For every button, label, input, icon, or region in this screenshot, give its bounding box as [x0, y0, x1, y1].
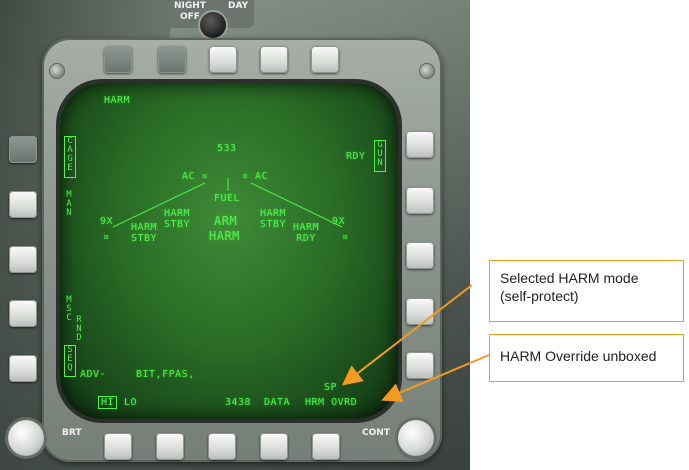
pushbutton-bottom-2[interactable] — [156, 433, 184, 460]
arm-label: ARM — [214, 214, 238, 228]
lo-option[interactable]: LO — [124, 397, 137, 408]
msc-option[interactable]: M S C — [64, 296, 74, 323]
pushbutton-top-4[interactable] — [260, 46, 288, 73]
brightness-knob[interactable] — [8, 420, 44, 456]
mode-selector-knob[interactable] — [200, 12, 226, 38]
pushbutton-top-2[interactable] — [158, 46, 186, 73]
pushbutton-left-5[interactable] — [9, 355, 37, 382]
hrm-ovrd-option[interactable]: HRM OVRD — [305, 397, 357, 408]
pushbutton-right-2[interactable] — [406, 187, 434, 214]
station-marker-left: ¤ — [103, 232, 110, 243]
harm-stby-right-upper: HARM STBY — [260, 208, 287, 230]
day-label: DAY — [228, 1, 249, 11]
pushbutton-bottom-5[interactable] — [312, 433, 340, 460]
pushbutton-right-5[interactable] — [406, 352, 434, 379]
pushbutton-top-5[interactable] — [311, 46, 339, 73]
man-option[interactable]: M A N — [64, 191, 74, 218]
pushbutton-right-3[interactable] — [406, 242, 434, 269]
range-value: 533 — [217, 143, 237, 154]
station-ac-right: ¤ AC — [242, 171, 269, 182]
fuel-label: FUEL — [214, 193, 241, 204]
data-option[interactable]: DATA — [264, 397, 290, 408]
pushbutton-right-1[interactable] — [406, 131, 434, 158]
harm-rdy-right-lower: HARM RDY — [293, 222, 320, 244]
annotation-harm-mode: Selected HARM mode (self-protect) — [489, 260, 684, 322]
station-9x-right: 9X — [332, 216, 346, 227]
cockpit-background: NIGHT DAY OFF BRT CONT HARM 533 RDY C A … — [0, 0, 470, 470]
adv-label: ADV- — [80, 369, 107, 380]
stores-diagram-lines — [112, 178, 343, 228]
pushbutton-left-3[interactable] — [9, 246, 37, 273]
pushbutton-bottom-3[interactable] — [208, 433, 236, 460]
pushbutton-left-4[interactable] — [9, 300, 37, 327]
pushbutton-right-4[interactable] — [406, 298, 434, 325]
pushbutton-bottom-1[interactable] — [104, 433, 132, 460]
pushbutton-left-2[interactable] — [9, 191, 37, 218]
pushbutton-left-1[interactable] — [9, 136, 37, 163]
harm-page-title: HARM — [104, 95, 131, 106]
station-ac-left: AC ¤ — [182, 171, 209, 182]
harm-stby-left-upper: HARM STBY — [164, 208, 191, 230]
bezel-screw — [50, 64, 64, 78]
bottom-value: 3438 — [225, 397, 252, 408]
cont-label: CONT — [362, 428, 390, 438]
gun-option-box[interactable]: G U N — [374, 140, 386, 172]
pushbutton-top-3[interactable] — [209, 46, 237, 73]
off-label: OFF — [180, 12, 200, 22]
night-label: NIGHT — [174, 1, 206, 11]
ddi-display: HARM 533 RDY C A G E M A N M S C R N D S… — [60, 83, 398, 419]
station-marker-right: ¤ — [342, 232, 349, 243]
pushbutton-top-1[interactable] — [104, 46, 132, 73]
pushbutton-bottom-4[interactable] — [260, 433, 288, 460]
rnd-option[interactable]: R N D — [74, 316, 84, 343]
station-9x-left: 9X — [100, 216, 114, 227]
contrast-knob[interactable] — [398, 420, 434, 456]
harm-mode-sp: SP — [324, 382, 338, 393]
hi-option-boxed[interactable]: HI — [98, 396, 118, 409]
brt-label: BRT — [62, 428, 82, 438]
harm-stby-left-lower: HARM STBY — [131, 222, 158, 244]
seq-option-box[interactable]: S E Q — [64, 345, 76, 377]
cage-option-box[interactable]: C A G E — [64, 136, 76, 178]
selected-weapon-harm: HARM — [209, 229, 240, 243]
ready-label: RDY — [346, 151, 366, 162]
bezel-screw — [420, 64, 434, 78]
annotation-harm-override: HARM Override unboxed — [489, 334, 684, 382]
bit-fpas-label: BIT,FPAS, — [136, 369, 195, 380]
